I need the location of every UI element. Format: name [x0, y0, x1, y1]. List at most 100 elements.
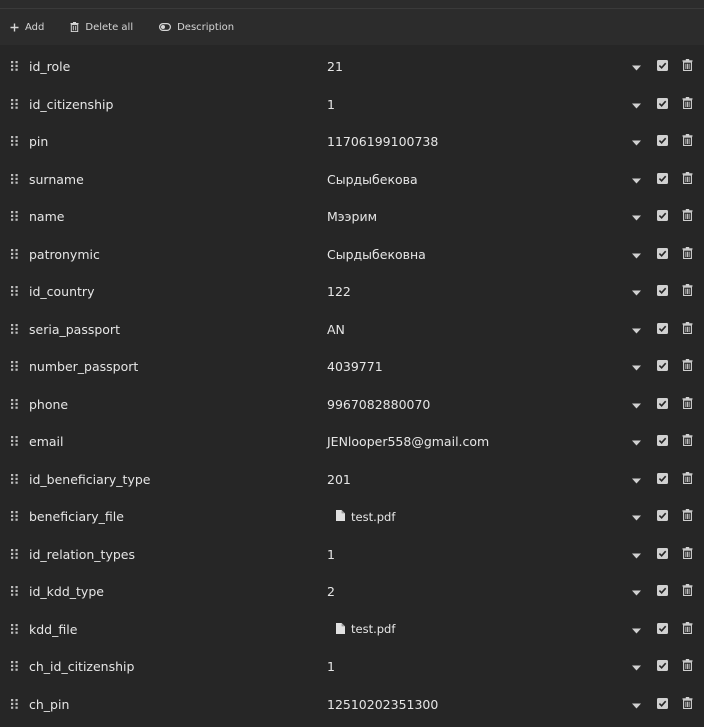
enabled-checkbox[interactable] [657, 472, 668, 487]
field-value[interactable]: 4039771 [327, 359, 623, 374]
enabled-checkbox[interactable] [657, 247, 668, 262]
chevron-down-icon[interactable] [632, 322, 642, 337]
delete-all-button[interactable]: Delete all [70, 22, 133, 33]
chevron-down-icon[interactable] [632, 134, 642, 149]
enabled-checkbox[interactable] [657, 659, 668, 674]
trash-icon[interactable] [682, 171, 693, 187]
field-key[interactable]: id_beneficiary_type [29, 472, 327, 487]
chevron-down-icon[interactable] [632, 247, 642, 262]
drag-handle-icon[interactable] [11, 659, 20, 674]
field-value[interactable]: JENlooper558@gmail.com [327, 434, 623, 449]
trash-icon[interactable] [682, 246, 693, 262]
field-value[interactable]: 1 [327, 547, 623, 562]
field-value[interactable]: 9967082880070 [327, 397, 623, 412]
enabled-checkbox[interactable] [657, 97, 668, 112]
field-key[interactable]: email [29, 434, 327, 449]
enabled-checkbox[interactable] [657, 209, 668, 224]
drag-handle-icon[interactable] [11, 622, 20, 637]
field-key[interactable]: phone [29, 397, 327, 412]
drag-handle-icon[interactable] [11, 247, 20, 262]
field-key[interactable]: number_passport [29, 359, 327, 374]
drag-handle-icon[interactable] [11, 397, 20, 412]
field-value[interactable]: 201 [327, 472, 623, 487]
field-key[interactable]: surname [29, 172, 327, 187]
chevron-down-icon[interactable] [632, 622, 642, 637]
trash-icon[interactable] [682, 209, 693, 224]
trash-icon[interactable] [682, 59, 693, 74]
trash-icon[interactable] [682, 546, 693, 562]
trash-icon[interactable] [682, 434, 693, 449]
field-key[interactable]: id_country [29, 284, 327, 299]
field-value[interactable]: 1 [327, 97, 623, 112]
chevron-down-icon[interactable] [632, 547, 642, 562]
field-value[interactable]: Мээрим [327, 209, 623, 224]
chevron-down-icon[interactable] [632, 284, 642, 299]
drag-handle-icon[interactable] [11, 134, 20, 149]
enabled-checkbox[interactable] [657, 59, 668, 74]
chevron-down-icon[interactable] [632, 697, 642, 712]
trash-icon[interactable] [682, 359, 693, 374]
field-key[interactable]: id_role [29, 59, 327, 74]
trash-icon[interactable] [682, 284, 693, 299]
description-toggle[interactable]: Description [159, 22, 234, 33]
trash-icon[interactable] [682, 96, 693, 112]
field-key[interactable]: beneficiary_file [29, 509, 327, 524]
trash-icon[interactable] [682, 584, 693, 599]
add-button[interactable]: Add [10, 22, 44, 33]
drag-handle-icon[interactable] [11, 509, 20, 524]
field-value[interactable]: 2 [327, 584, 623, 599]
field-key[interactable]: id_relation_types [29, 547, 327, 562]
drag-handle-icon[interactable] [11, 434, 20, 449]
drag-handle-icon[interactable] [11, 284, 20, 299]
chevron-down-icon[interactable] [632, 359, 642, 374]
field-key[interactable]: ch_id_citizenship [29, 659, 327, 674]
enabled-checkbox[interactable] [657, 134, 668, 149]
drag-handle-icon[interactable] [11, 97, 20, 112]
field-value[interactable]: 1 [327, 659, 623, 674]
field-value[interactable]: 21 [327, 59, 623, 74]
enabled-checkbox[interactable] [657, 697, 668, 712]
enabled-checkbox[interactable] [657, 284, 668, 299]
enabled-checkbox[interactable] [657, 397, 668, 412]
enabled-checkbox[interactable] [657, 322, 668, 337]
drag-handle-icon[interactable] [11, 209, 20, 224]
field-value[interactable]: 11706199100738 [327, 134, 623, 149]
drag-handle-icon[interactable] [11, 697, 20, 712]
field-value[interactable]: Сырдыбекова [327, 172, 623, 187]
field-key[interactable]: kdd_file [29, 622, 327, 637]
field-key[interactable]: name [29, 209, 327, 224]
enabled-checkbox[interactable] [657, 172, 668, 187]
chevron-down-icon[interactable] [632, 209, 642, 224]
chevron-down-icon[interactable] [632, 97, 642, 112]
trash-icon[interactable] [682, 696, 693, 712]
drag-handle-icon[interactable] [11, 59, 20, 74]
field-file-value[interactable]: test.pdf [327, 622, 632, 637]
enabled-checkbox[interactable] [657, 434, 668, 449]
field-key[interactable]: ch_pin [29, 697, 327, 712]
enabled-checkbox[interactable] [657, 622, 668, 637]
trash-icon[interactable] [682, 659, 693, 674]
trash-icon[interactable] [682, 321, 693, 337]
trash-icon[interactable] [682, 134, 693, 149]
enabled-checkbox[interactable] [657, 584, 668, 599]
trash-icon[interactable] [682, 509, 693, 524]
drag-handle-icon[interactable] [11, 584, 20, 599]
chevron-down-icon[interactable] [632, 472, 642, 487]
chevron-down-icon[interactable] [632, 659, 642, 674]
trash-icon[interactable] [682, 396, 693, 412]
field-key[interactable]: patronymic [29, 247, 327, 262]
field-value[interactable]: Сырдыбековна [327, 247, 623, 262]
enabled-checkbox[interactable] [657, 547, 668, 562]
field-value[interactable]: 12510202351300 [327, 697, 623, 712]
drag-handle-icon[interactable] [11, 547, 20, 562]
trash-icon[interactable] [682, 621, 693, 637]
chevron-down-icon[interactable] [632, 509, 642, 524]
field-file-value[interactable]: test.pdf [327, 509, 632, 524]
chevron-down-icon[interactable] [632, 434, 642, 449]
enabled-checkbox[interactable] [657, 359, 668, 374]
drag-handle-icon[interactable] [11, 359, 20, 374]
chevron-down-icon[interactable] [632, 584, 642, 599]
field-key[interactable]: id_kdd_type [29, 584, 327, 599]
drag-handle-icon[interactable] [11, 172, 20, 187]
trash-icon[interactable] [682, 471, 693, 487]
